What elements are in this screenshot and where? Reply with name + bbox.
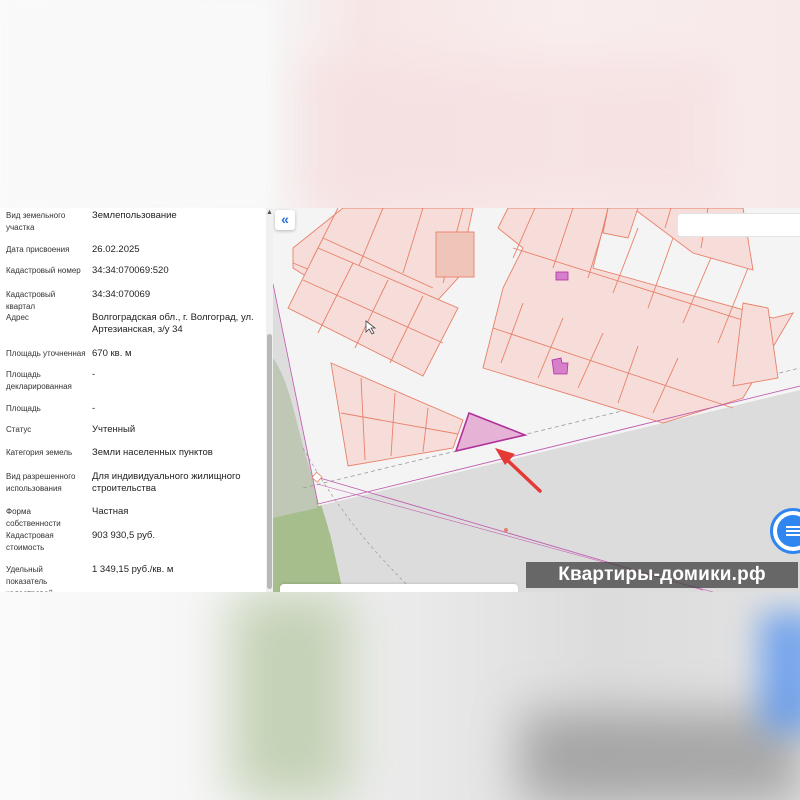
info-value: 903 930,5 руб. <box>92 530 156 541</box>
info-value: - <box>92 369 96 380</box>
info-label: Вид земельного участка <box>6 211 66 232</box>
blurred-background-bottom <box>0 592 800 800</box>
info-value: Землепользование <box>92 210 177 221</box>
info-label: Форма собственности <box>6 507 61 528</box>
info-label: Статус <box>6 425 32 434</box>
cadastral-map[interactable]: « Во <box>273 208 800 592</box>
info-label: Удельный показатель кадастровой <box>6 565 53 592</box>
info-label: Адрес <box>6 313 29 322</box>
parcel-info-panel: Вид земельного участка Землепользование … <box>0 208 266 592</box>
info-value: Волгоградская обл., г. Волгоград, ул. Ар… <box>92 312 254 335</box>
info-value: 26.02.2025 <box>92 244 140 255</box>
info-value: - <box>92 403 96 414</box>
collapse-panel-button[interactable]: « <box>275 210 295 230</box>
info-label: Площадь <box>6 404 41 413</box>
scrollbar-thumb[interactable] <box>267 334 272 589</box>
building-footprint <box>555 271 569 281</box>
chat-icon <box>777 515 800 547</box>
map-canvas[interactable] <box>273 208 800 592</box>
watermark: Квартиры-домики.рф <box>526 562 798 588</box>
blurred-background-top <box>0 0 800 208</box>
map-bottom-panel[interactable] <box>280 584 518 592</box>
info-label: Категория земель <box>6 448 73 457</box>
map-top-control[interactable]: Во <box>677 213 800 237</box>
info-label: Площадь уточненная <box>6 349 86 358</box>
screenshot-strip: Вид земельного участка Землепользование … <box>0 208 800 592</box>
parcel-highlight <box>435 231 475 278</box>
info-label: Кадастровый номер <box>6 266 81 275</box>
info-value: Частная <box>92 506 129 517</box>
boundary-marker <box>504 528 508 532</box>
info-value: Земли населенных пунктов <box>92 447 213 458</box>
info-value: 1 349,15 руб./кв. м <box>92 564 174 575</box>
info-panel-scrollbar[interactable]: ▲ <box>266 208 273 592</box>
scroll-up-icon[interactable]: ▲ <box>266 208 273 218</box>
info-label: Кадастровая стоимость <box>6 531 54 552</box>
info-value: Учтенный <box>92 424 136 435</box>
info-value: Для индивидуального жилищного строительс… <box>92 471 241 494</box>
info-label: Дата присвоения <box>6 245 70 254</box>
info-value: 670 кв. м <box>92 348 132 359</box>
info-label: Площадь декларированная <box>6 370 72 391</box>
info-value: 34:34:070069:520 <box>92 265 169 276</box>
info-label: Кадастровый квартал <box>6 290 56 311</box>
info-value: 34:34:070069 <box>92 289 151 300</box>
info-label: Вид разрешенного использования <box>6 472 76 493</box>
